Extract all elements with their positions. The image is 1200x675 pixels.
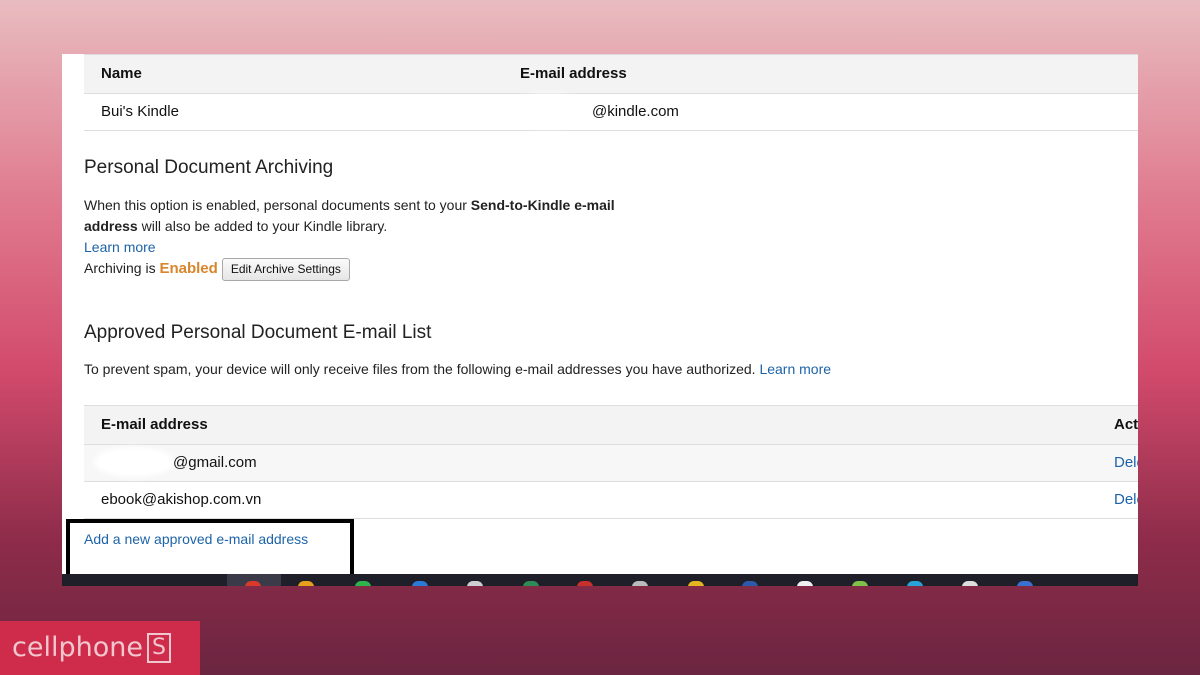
header-approved-email: E-mail address [101,416,208,433]
archiving-description: When this option is enabled, personal do… [84,195,684,281]
redaction-blur [508,98,588,124]
app-icon[interactable] [907,581,923,586]
word-icon[interactable] [742,581,758,586]
app-icon[interactable] [577,581,593,586]
approved-learn-more-link[interactable]: Learn more [759,361,831,377]
archiving-status-value: Enabled [159,260,218,278]
cellphones-logo: cellphone S [0,621,200,675]
archiving-desc-bold-2: address [84,218,138,234]
chrome-icon[interactable] [688,581,704,586]
approved-list-description: To prevent spam, your device will only r… [84,359,1084,380]
delete-link[interactable]: Dele [1114,445,1138,481]
devices-table: Name E-mail address Bui's Kindle @kindle… [84,54,1138,131]
archiving-status: Archiving is Enabled [84,260,218,278]
folder-icon[interactable] [298,581,314,586]
approved-email: @gmail.com [173,454,257,471]
app-icon[interactable] [852,581,868,586]
device-email: @kindle.com [592,103,679,120]
app-icon[interactable] [1017,581,1033,586]
table-row: ebook@akishop.com.vn Dele [84,482,1138,519]
logo-mark: S [146,633,171,663]
table-row: @gmail.com Dele [84,445,1138,482]
archiving-title: Personal Document Archiving [84,157,334,178]
approved-email: ebook@akishop.com.vn [101,491,262,508]
archiving-desc-bold-1: Send-to-Kindle e-mail [470,197,615,213]
devices-table-header: Name E-mail address [84,55,1138,94]
approved-list-title: Approved Personal Document E-mail List [84,322,432,343]
app-icon[interactable] [962,581,978,586]
device-name: Bui's Kindle [101,103,179,120]
highlight-box [66,519,354,579]
archiving-learn-more-link[interactable]: Learn more [84,239,156,255]
archiving-desc-text-1: When this option is enabled, personal do… [84,197,471,213]
app-icon[interactable] [632,581,648,586]
redaction-blur [98,451,170,473]
header-actions: Act [1114,416,1138,433]
approved-emails-table: E-mail address Act @gmail.com Dele ebook… [84,405,1138,519]
header-email: E-mail address [520,65,627,82]
delete-link[interactable]: Dele [1114,482,1138,518]
spreadsheet-icon[interactable] [523,581,539,586]
app-icon[interactable] [467,581,483,586]
archiving-desc-text-2: will also be added to your Kindle librar… [137,218,388,234]
kindle-settings-screenshot: Name E-mail address Bui's Kindle @kindle… [62,54,1138,586]
app-icon[interactable] [797,581,813,586]
taskbar [62,574,1138,586]
logo-text: cellphone [12,632,143,663]
edit-archive-settings-button[interactable]: Edit Archive Settings [221,258,350,281]
header-name: Name [101,65,142,82]
approved-desc-text: To prevent spam, your device will only r… [84,361,756,377]
approved-table-header: E-mail address Act [84,406,1138,445]
archiving-status-label: Archiving is [84,260,160,277]
browser-icon[interactable] [412,581,428,586]
table-row: Bui's Kindle @kindle.com [84,94,1138,131]
app-icon[interactable] [245,581,261,586]
chat-app-icon[interactable] [355,581,371,586]
